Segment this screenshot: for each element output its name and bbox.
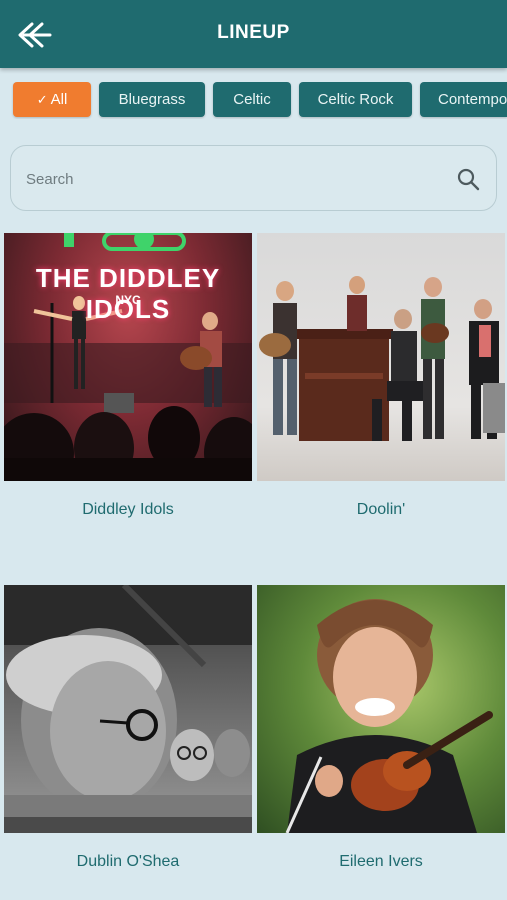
search-box bbox=[10, 145, 497, 211]
artist-photo bbox=[257, 233, 505, 481]
filter-chip-label: Bluegrass bbox=[118, 91, 186, 108]
portrait-image bbox=[285, 599, 493, 833]
photo-caption-sub: NYC bbox=[115, 293, 141, 307]
portrait-image bbox=[4, 585, 252, 833]
filter-chip-label: Contempo bbox=[438, 91, 507, 108]
artist-name: Eileen Ivers bbox=[339, 853, 423, 870]
filter-chip-all[interactable]: ✓ All bbox=[13, 82, 91, 117]
band-photo-image bbox=[259, 276, 505, 441]
filter-chip-bluegrass[interactable]: Bluegrass bbox=[99, 82, 205, 117]
filter-chip-label: Celtic Rock bbox=[317, 91, 394, 108]
top-app-bar: LINEUP bbox=[0, 0, 507, 68]
artist-card-dublin-oshea[interactable]: Dublin O'Shea bbox=[4, 585, 252, 870]
search-icon[interactable] bbox=[456, 167, 480, 191]
artist-photo bbox=[4, 585, 252, 833]
filter-chip-celtic-rock[interactable]: Celtic Rock bbox=[299, 82, 412, 117]
artist-card-doolin[interactable]: Doolin' bbox=[257, 233, 505, 518]
search-input[interactable] bbox=[24, 166, 428, 192]
artist-card-eileen-ivers[interactable]: Eileen Ivers bbox=[257, 585, 505, 870]
checkmark-icon: ✓ bbox=[36, 91, 48, 107]
artist-name: Diddley Idols bbox=[82, 501, 174, 518]
page-title: LINEUP bbox=[217, 22, 290, 43]
genre-filter-bar[interactable]: ✓ All Bluegrass Celtic Celtic Rock Conte… bbox=[0, 82, 507, 119]
artist-photo bbox=[257, 585, 505, 833]
filter-chip-contemporary[interactable]: Contempo bbox=[420, 82, 507, 117]
artist-name: Doolin' bbox=[356, 501, 406, 518]
filter-chip-label: Celtic bbox=[233, 91, 271, 108]
artist-name: Dublin O'Shea bbox=[76, 853, 180, 870]
artist-card-diddley-idols[interactable]: THE DIDDLEY IDOLS NYC Diddley Idols bbox=[4, 233, 252, 518]
filter-chip-celtic[interactable]: Celtic bbox=[213, 82, 291, 117]
filter-chip-label: All bbox=[50, 91, 68, 108]
artist-photo: THE DIDDLEY IDOLS NYC bbox=[4, 233, 252, 481]
